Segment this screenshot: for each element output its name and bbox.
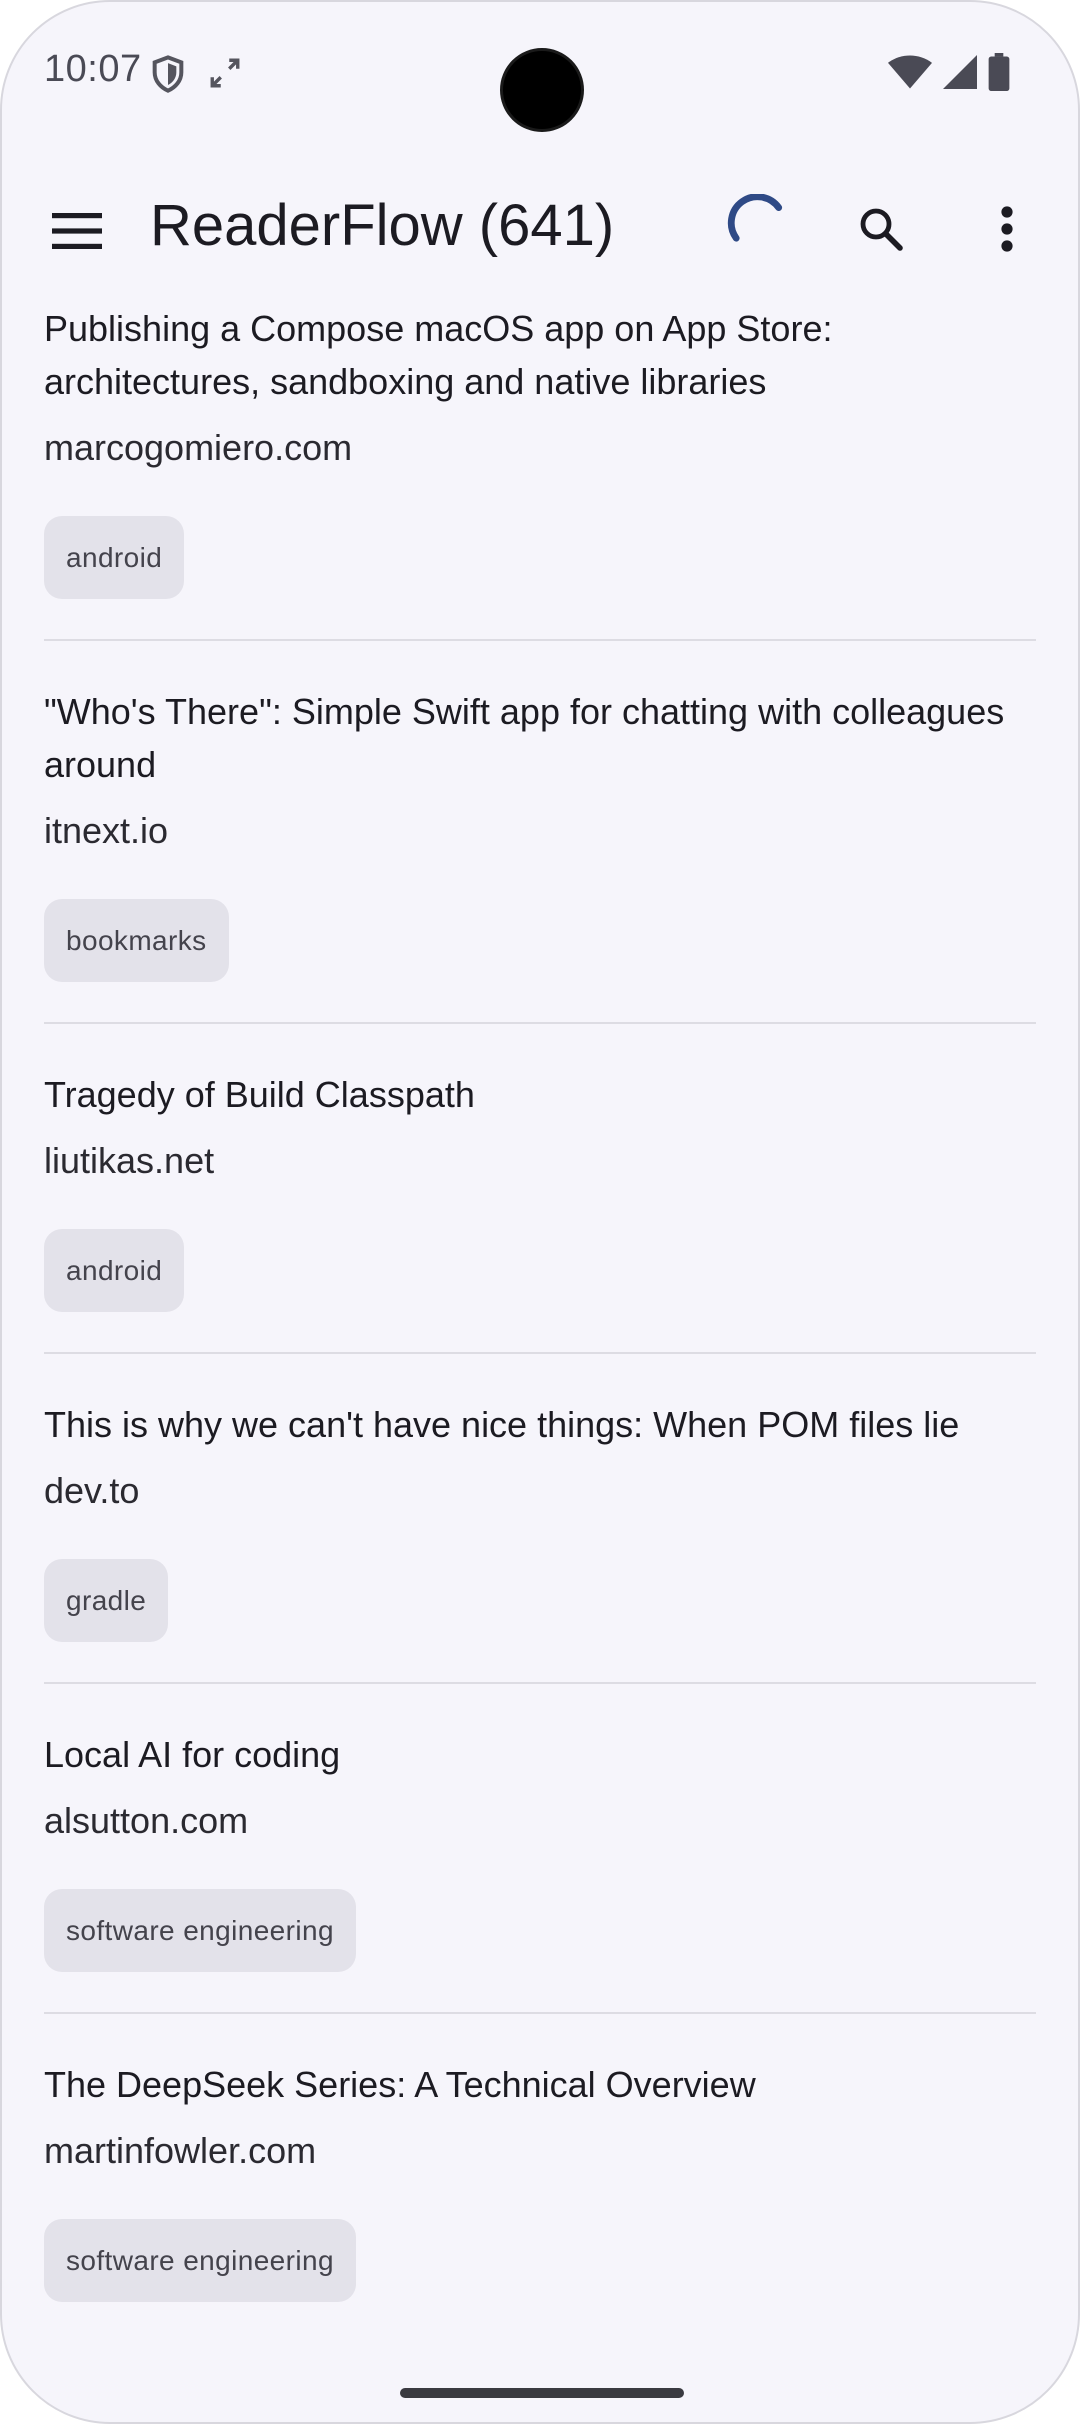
- tag-chip[interactable]: android: [44, 1229, 185, 1312]
- article-domain: liutikas.net: [44, 1140, 215, 1181]
- shield-icon: [152, 55, 184, 93]
- tag-chip[interactable]: software engineering: [44, 2219, 356, 2302]
- more-vert-icon: [1001, 206, 1013, 252]
- article-domain: marcogomiero.com: [44, 427, 353, 468]
- search-button[interactable]: [838, 186, 924, 272]
- home-indicator[interactable]: [400, 2388, 684, 2398]
- loading-spinner: [727, 194, 783, 242]
- status-bar: 10:07: [2, 2, 1078, 142]
- list-item[interactable]: Local AI for coding alsutton.com softwar…: [44, 1728, 1036, 1972]
- article-domain: dev.to: [44, 1470, 140, 1511]
- article-title: Tragedy of Build Classpath: [44, 1074, 475, 1115]
- search-icon: [860, 208, 903, 251]
- tag-chip[interactable]: gradle: [44, 1559, 169, 1642]
- article-domain: martinfowler.com: [44, 2130, 317, 2171]
- article-domain: alsutton.com: [44, 1800, 249, 1841]
- more-options-button[interactable]: [964, 186, 1050, 272]
- battery-icon: [988, 53, 1010, 91]
- article-domain: itnext.io: [44, 810, 169, 851]
- status-icons: [888, 52, 1010, 92]
- article-title: Publishing a Compose macOS app on App St…: [44, 308, 833, 402]
- top-app-bar: ReaderFlow (641): [2, 172, 1078, 284]
- camera-cutout: [500, 48, 584, 132]
- app-title: ReaderFlow (641): [150, 193, 615, 258]
- article-title: This is why we can't have nice things: W…: [44, 1404, 960, 1445]
- article-title: "Who's There": Simple Swift app for chat…: [44, 691, 1005, 785]
- article-list: Publishing a Compose macOS app on App St…: [2, 302, 1078, 2302]
- phone-screen: 10:07 ReaderFlow (641) Publishing a Comp…: [0, 0, 1080, 2424]
- signal-icon: [943, 55, 977, 89]
- status-time: 10:07: [44, 48, 142, 90]
- list-item[interactable]: "Who's There": Simple Swift app for chat…: [44, 685, 1036, 982]
- list-item[interactable]: This is why we can't have nice things: W…: [44, 1398, 1036, 1642]
- article-title: The DeepSeek Series: A Technical Overvie…: [44, 2064, 756, 2105]
- menu-icon: [52, 213, 102, 249]
- tag-chip[interactable]: software engineering: [44, 1889, 356, 1972]
- tag-chip[interactable]: bookmarks: [44, 899, 229, 982]
- article-title: Local AI for coding: [44, 1734, 341, 1775]
- sync-icon: [210, 58, 240, 88]
- menu-button[interactable]: [32, 186, 122, 276]
- tag-chip[interactable]: android: [44, 516, 185, 599]
- wifi-icon: [888, 55, 932, 89]
- list-item[interactable]: Tragedy of Build Classpath liutikas.net …: [44, 1068, 1036, 1312]
- list-item[interactable]: Publishing a Compose macOS app on App St…: [44, 302, 1036, 599]
- list-item[interactable]: The DeepSeek Series: A Technical Overvie…: [44, 2058, 1036, 2302]
